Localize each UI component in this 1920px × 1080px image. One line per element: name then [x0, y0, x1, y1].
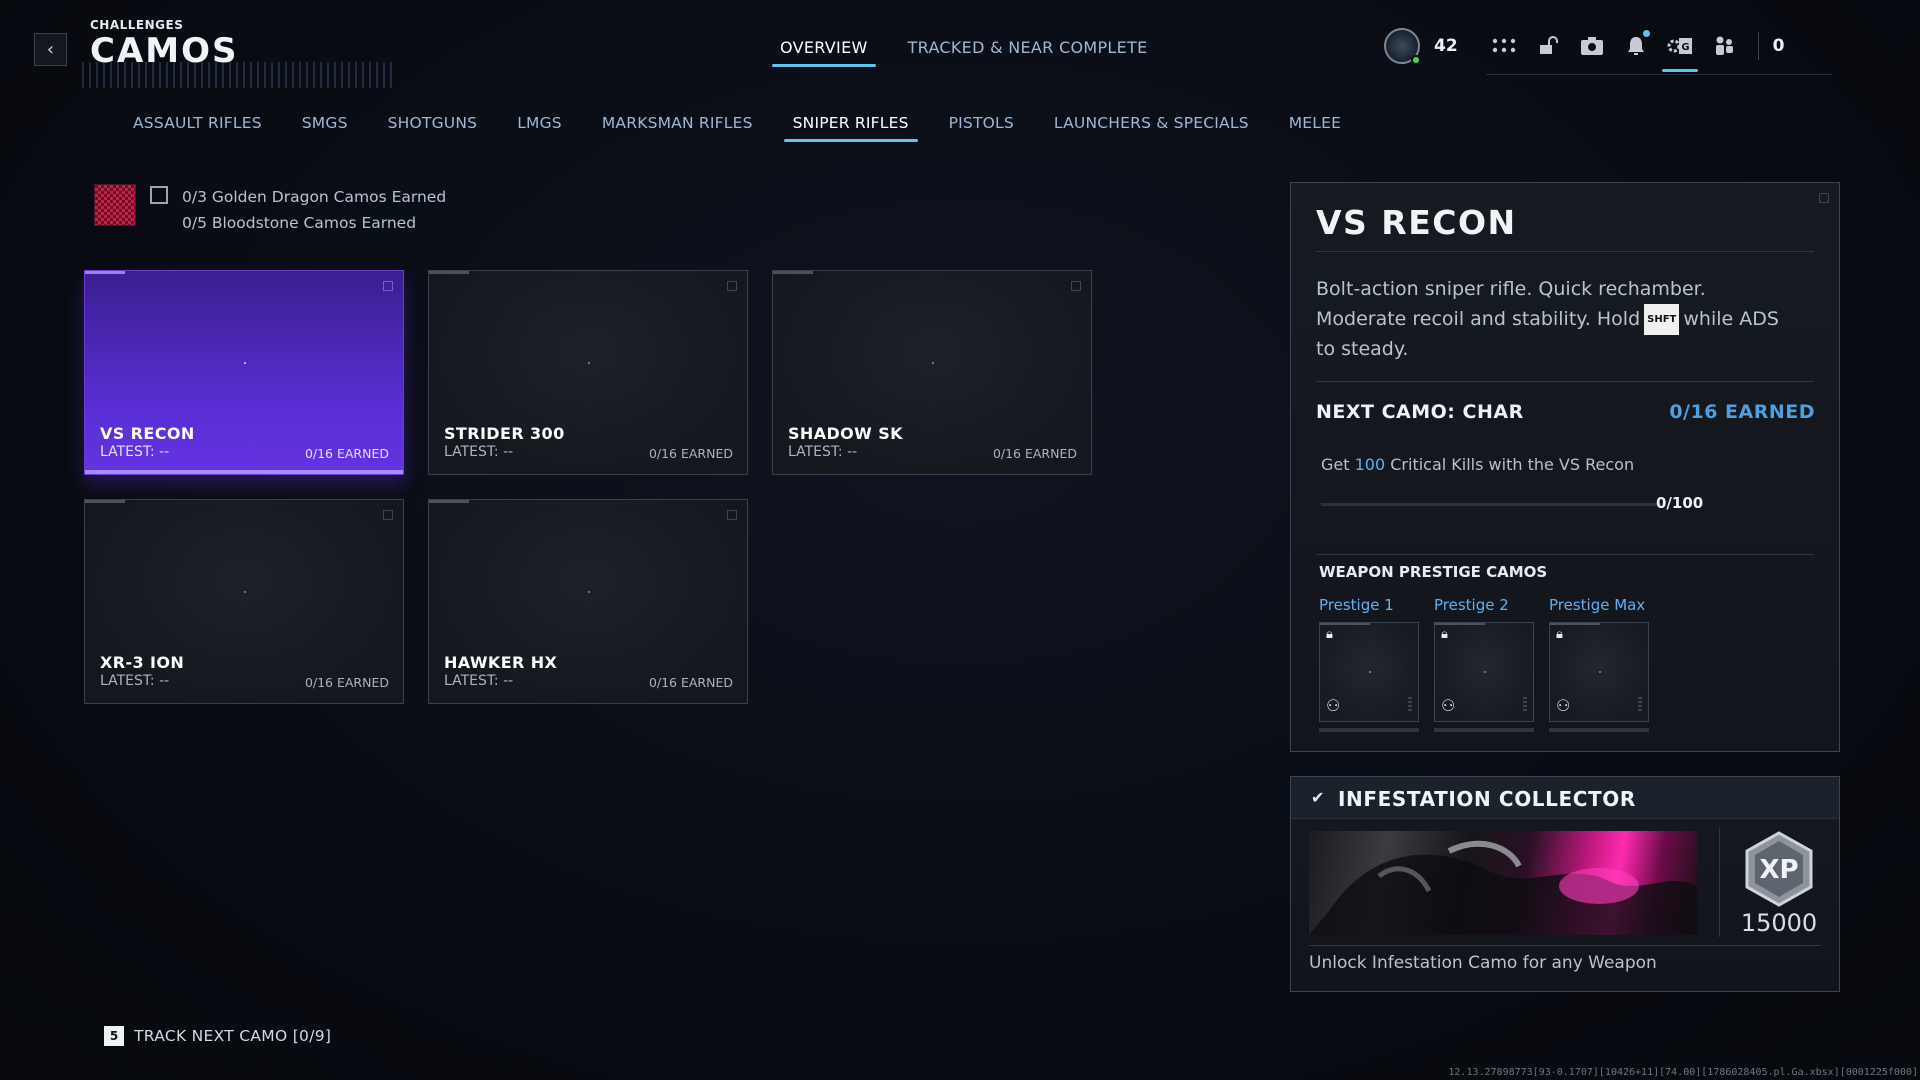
track-next-camo-button[interactable]: 5 TRACK NEXT CAMO [0/9] [104, 1026, 331, 1046]
page-subtitle: CHALLENGES [90, 18, 184, 32]
hud-toolbar: 42 G 0 [1384, 28, 1785, 72]
tab-sniper-rifles[interactable]: SNIPER RIFLES [783, 114, 918, 142]
prestige-label: Prestige 1 [1319, 596, 1394, 614]
title-glitch-decoration [82, 62, 392, 88]
challenge-progress-bar [1321, 503, 1661, 506]
card-corner-icon [1071, 281, 1081, 291]
player-level: 42 [1434, 36, 1458, 56]
prestige-emblem-icon: ⚇ [1441, 696, 1456, 715]
settings-icon[interactable]: G [1661, 32, 1698, 72]
rank-emblem-icon[interactable] [1384, 28, 1421, 65]
hud-divider [1757, 32, 1759, 60]
selection-bar [85, 470, 403, 474]
mastery-summary: 0/3 Golden Dragon Camos Earned 0/5 Blood… [94, 184, 446, 236]
weapon-earned: 0/16 EARNED [648, 675, 733, 690]
tab-lmgs[interactable]: LMGS [517, 114, 562, 142]
prestige-camos-heading: WEAPON PRESTIGE CAMOS [1319, 563, 1548, 581]
track-next-camo-label: TRACK NEXT CAMO [0/9] [134, 1027, 332, 1045]
card-corner-icon [383, 510, 393, 520]
weapon-earned: 0/16 EARNED [304, 675, 389, 690]
tab-launchers-specials[interactable]: LAUNCHERS & SPECIALS [1054, 114, 1249, 142]
weapon-category-tabs: ASSAULT RIFLES SMGS SHOTGUNS LMGS MARKSM… [133, 114, 1381, 142]
tab-smgs[interactable]: SMGS [302, 114, 348, 142]
back-button[interactable]: ‹ [34, 33, 67, 66]
reward-title: INFESTATION COLLECTOR [1338, 787, 1636, 811]
lock-icon: 🔒︎ [1556, 627, 1563, 642]
tab-marksman-rifles[interactable]: MARKSMAN RIFLES [602, 114, 753, 142]
weapon-name: VS RECON [100, 424, 195, 443]
weapon-latest: LATEST: -- [100, 444, 170, 460]
bloodstone-camo-thumbnail [94, 184, 136, 226]
tab-tracked-near-complete[interactable]: TRACKED & NEAR COMPLETE [908, 38, 1148, 67]
weapon-earned: 0/16 EARNED [992, 446, 1077, 461]
weapon-card-vs-recon[interactable]: VS RECON LATEST: -- 0/16 EARNED [84, 270, 404, 475]
bloodstone-progress: 0/5 Bloodstone Camos Earned [182, 214, 417, 232]
weapon-card-shadow-sk[interactable]: SHADOW SK LATEST: -- 0/16 EARNED [772, 270, 1092, 475]
xp-amount: 15000 [1740, 909, 1818, 937]
detail-weapon-name: VS RECON [1316, 203, 1517, 242]
tab-melee[interactable]: MELEE [1289, 114, 1341, 142]
golden-dragon-progress: 0/3 Golden Dragon Camos Earned [182, 188, 447, 206]
checkbox-icon [150, 186, 168, 204]
shift-key-icon: SHFT [1644, 304, 1680, 335]
weapon-name: XR-3 ION [100, 653, 185, 672]
prestige-emblem-icon: ⚇ [1556, 696, 1571, 715]
lock-open-icon[interactable] [1534, 32, 1562, 60]
weapon-card-hawker-hx[interactable]: HAWKER HX LATEST: -- 0/16 EARNED [428, 499, 748, 704]
tab-assault-rifles[interactable]: ASSAULT RIFLES [133, 114, 262, 142]
key-5-icon: 5 [104, 1026, 124, 1046]
build-version: 12.13.27898773[93-0.1707][10426+11][74.0… [1448, 1067, 1918, 1078]
prestige-camo-max[interactable]: Prestige Max 🔒︎ ⚇ [1549, 596, 1649, 732]
notification-dot [1642, 30, 1650, 37]
weapon-detail-panel: VS RECON Bolt-action sniper rifle. Quick… [1290, 182, 1840, 752]
tab-shotguns[interactable]: SHOTGUNS [388, 114, 478, 142]
weapon-card-strider-300[interactable]: STRIDER 300 LATEST: -- 0/16 EARNED [428, 270, 748, 475]
checkmark-icon: ✔ [1311, 788, 1325, 807]
prestige-label: Prestige Max [1549, 596, 1646, 614]
prestige-camo-1[interactable]: Prestige 1 🔒︎ ⚇ [1319, 596, 1419, 732]
store-icon[interactable] [1578, 32, 1606, 60]
weapon-name: STRIDER 300 [444, 424, 565, 443]
lock-icon: 🔒︎ [1441, 627, 1448, 642]
tab-overview[interactable]: OVERVIEW [772, 38, 876, 67]
tab-pistols[interactable]: PISTOLS [949, 114, 1014, 142]
hud-count: 0 [1772, 36, 1785, 56]
lock-icon: 🔒︎ [1326, 627, 1333, 642]
bell-icon[interactable] [1622, 30, 1650, 60]
panel-corner-icon [1819, 193, 1829, 203]
card-corner-icon [727, 281, 737, 291]
weapon-earned: 0/16 EARNED [304, 446, 389, 461]
challenge-progress-count: 0/100 [1656, 494, 1704, 512]
prestige-camo-2[interactable]: Prestige 2 🔒︎ ⚇ [1434, 596, 1534, 732]
chevron-left-icon: ‹ [46, 39, 55, 60]
weapon-card-xr-3-ion[interactable]: XR-3 ION LATEST: -- 0/16 EARNED [84, 499, 404, 704]
online-status-dot [1411, 55, 1421, 65]
reward-description: Unlock Infestation Camo for any Weapon [1309, 953, 1657, 973]
weapon-latest: LATEST: -- [444, 444, 514, 460]
apps-grid-icon[interactable] [1490, 32, 1518, 60]
next-camo-label: NEXT CAMO: CHAR [1316, 401, 1524, 423]
hud-underline [1486, 74, 1832, 75]
weapon-earned: 0/16 EARNED [648, 446, 733, 461]
weapon-name: HAWKER HX [444, 653, 558, 672]
challenge-description: Get 100 Critical Kills with the VS Recon [1321, 455, 1635, 474]
svg-text:G: G [1681, 42, 1689, 53]
reward-panel: ✔ INFESTATION COLLECTOR XP 15000 Unlock … [1290, 776, 1840, 992]
prestige-emblem-icon: ⚇ [1326, 696, 1341, 715]
weapon-latest: LATEST: -- [100, 673, 170, 689]
xp-badge-label: XP [1759, 855, 1798, 885]
infestation-camo-image [1309, 831, 1697, 935]
card-corner-icon [727, 510, 737, 520]
weapon-latest: LATEST: -- [788, 444, 858, 460]
weapon-latest: LATEST: -- [444, 673, 514, 689]
social-icon[interactable] [1710, 32, 1738, 60]
prestige-camos-row: Prestige 1 🔒︎ ⚇ Prestige 2 🔒︎ ⚇ Prestige M… [1319, 596, 1649, 732]
xp-badge-icon: XP [1745, 831, 1813, 907]
card-corner-icon [383, 281, 393, 291]
weapon-description: Bolt-action sniper rifle. Quick rechambe… [1316, 278, 1779, 360]
next-camo-earned: 0/16 EARNED [1669, 401, 1815, 423]
prestige-label: Prestige 2 [1434, 596, 1509, 614]
top-tabs: OVERVIEW TRACKED & NEAR COMPLETE [772, 38, 1148, 67]
weapon-name: SHADOW SK [788, 424, 903, 443]
